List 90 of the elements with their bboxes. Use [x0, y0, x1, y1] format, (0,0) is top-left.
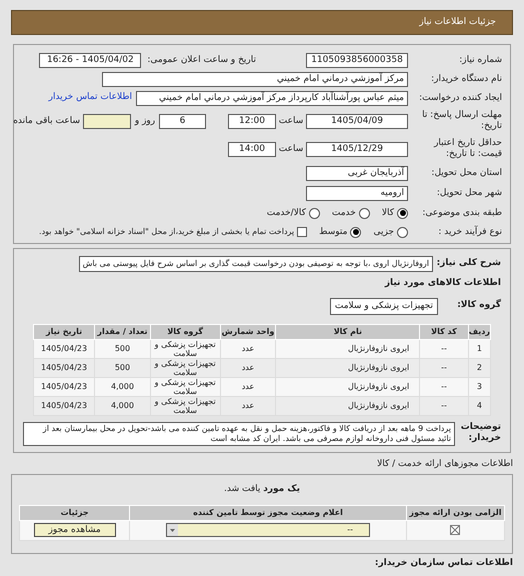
column-header: گروه کالا — [150, 324, 220, 339]
field-label: مهلت ارسال پاسخ: تا تاریخ: — [421, 110, 502, 132]
field-label: طبقه بندی موضوعی: — [421, 208, 502, 218]
table-cell: ایروی نازوفارنژیال — [276, 396, 420, 415]
description-field: اروفارنژیال اروی ،با توجه به توصیفی بودن درخواست قیمت گذاری بر اساس شرح فایل پیوستی می باش — [78, 256, 433, 272]
table-cell: عدد — [220, 358, 276, 377]
table-cell: 500 — [94, 339, 150, 358]
column-header: جزئیات — [20, 505, 130, 520]
field-value: 1405/12/29 — [306, 142, 408, 156]
field-value: تجهیزات پزشکی و سلامت — [330, 298, 438, 314]
table-cell: -- — [420, 377, 468, 396]
radio-button[interactable] — [397, 208, 408, 218]
column-header: نام کالا — [276, 324, 420, 339]
radio-label: کالا/خدمت — [266, 208, 306, 218]
radio-label: کالا — [382, 208, 394, 218]
radio-label: جزیی — [373, 226, 394, 238]
table-cell: 500 — [94, 358, 150, 377]
radio-label: متوسط — [319, 226, 348, 238]
field-value: ارومیه — [306, 186, 408, 201]
radio-button[interactable] — [358, 208, 370, 218]
table-cell: -- — [420, 396, 468, 415]
section-heading: اطلاعات تماس سازمان خریدار: — [374, 556, 513, 568]
checkbox[interactable] — [297, 227, 308, 237]
view-license-button[interactable]: مشاهده مجوز — [34, 523, 116, 537]
table-cell: تجهیزات پزشکی و سلامت — [150, 396, 220, 415]
column-header: ردیف — [468, 324, 490, 339]
field-value: میثم عباس پورآشناآباد کارپرداز مرکز آموزشي درماني امام خميني — [136, 90, 408, 106]
table-cell: ایروی نازوفارنژیال — [276, 377, 420, 396]
field-label: شماره نیاز: — [458, 54, 502, 66]
column-header: کد کالا — [420, 324, 468, 339]
buyer-notes-field: پرداخت 9 ماهه بعد از دریافت کالا و فاکتور،هزینه حمل و نقل به عهده تامین کننده می باشد-تحویل در محل بیمارستان بعد از تائید مسئول فنی داروخانه لوازم مصرفی می باشد. ایران کد مشابه است — [23, 422, 455, 446]
checkbox-label: پرداخت تمام یا بخشی از مبلغ خرید،از محل "اسناد خزانه اسلامی" خواهد بود. — [39, 226, 294, 238]
radio-label: خدمت — [332, 208, 356, 218]
field-label: نوع فرآیند خرید : — [437, 226, 502, 238]
column-header: تاریخ نیاز — [34, 324, 95, 339]
table-cell: 1405/04/23 — [34, 377, 95, 396]
field-label: ایجاد کننده درخواست: — [418, 92, 502, 104]
table-cell: 4,000 — [94, 377, 150, 396]
field-value: 6 — [159, 114, 206, 128]
table-cell: 1405/04/23 — [34, 339, 95, 358]
table-cell: تجهیزات پزشکی و سلامت — [150, 377, 220, 396]
radio-button[interactable] — [397, 226, 408, 238]
status-dropdown[interactable]: -- — [166, 523, 370, 537]
table-cell: عدد — [220, 396, 276, 415]
table-cell: 1405/04/23 — [34, 396, 95, 415]
field-label: توضیحات خریدار: — [460, 422, 501, 444]
field-label: ساعت باقی مانده — [13, 116, 80, 126]
field-label: شهر محل تحویل: — [436, 188, 502, 199]
field-label: گروه کالا: — [456, 299, 501, 312]
table-cell: 1 — [468, 339, 490, 358]
table-cell: تجهیزات پزشکی و سلامت — [150, 358, 220, 377]
field-value: 12:00 — [228, 114, 276, 128]
field-label: روز و — [134, 116, 156, 126]
page-title: جزئیات اطلاعات نیاز — [419, 16, 496, 29]
field-value: آذربایجان غربی — [306, 166, 408, 181]
buyer-contact-link[interactable]: اطلاعات تماس خریدار — [48, 91, 132, 105]
results-count: یک مورد یافت شد. — [223, 483, 301, 496]
remaining-time-field — [83, 114, 131, 128]
column-header: اعلام وضعیت مجوز توسط تامین کننده — [130, 505, 406, 520]
field-label: تاریخ و ساعت اعلان عمومی: — [147, 54, 256, 66]
table-cell: تجهیزات پزشکی و سلامت — [150, 339, 220, 358]
field-label: استان محل تحویل: — [430, 168, 502, 179]
column-header: الزامی بودن ارائه مجوز — [406, 505, 504, 520]
field-label: حداقل تاریخ اعتبار قیمت: تا تاریخ: — [432, 138, 502, 160]
column-header: تعداد / مقدار — [94, 324, 150, 339]
table-cell: 1405/04/23 — [34, 358, 95, 377]
table-cell: -- — [420, 358, 468, 377]
table-cell: -- — [420, 339, 468, 358]
section-heading: اطلاعات مجوزهای ارائه خدمت / کالا — [376, 458, 513, 470]
section-heading: اطلاعات کالاهای مورد نیاز — [384, 277, 501, 290]
table-cell: ایروی نازوفارنژیال — [276, 339, 420, 358]
radio-button[interactable] — [350, 226, 362, 238]
field-value: 14:00 — [228, 142, 276, 156]
table-cell: 3 — [468, 377, 490, 396]
radio-button[interactable] — [308, 208, 320, 218]
table-cell: عدد — [220, 377, 276, 396]
field-value: مرکز آموزشي درماني امام خميني — [102, 72, 408, 86]
column-header: واحد شمارش — [220, 324, 276, 339]
field-label: شرح کلی نیاز: — [436, 256, 501, 270]
field-label: ساعت — [278, 116, 304, 126]
field-value: 1405/04/02 - 16:26 — [39, 52, 142, 68]
field-label: ساعت — [278, 144, 304, 154]
field-value: 1405/04/09 — [306, 114, 408, 128]
table-cell: 2 — [468, 358, 490, 377]
field-value: 1105093856000358 — [306, 52, 408, 68]
table-cell: 4,000 — [94, 396, 150, 415]
table-cell: ایروی نازوفارنژیال — [276, 358, 420, 377]
table-cell: 4 — [468, 396, 490, 415]
field-label: نام دستگاه خریدار: — [430, 74, 502, 84]
table-cell: عدد — [220, 339, 276, 358]
